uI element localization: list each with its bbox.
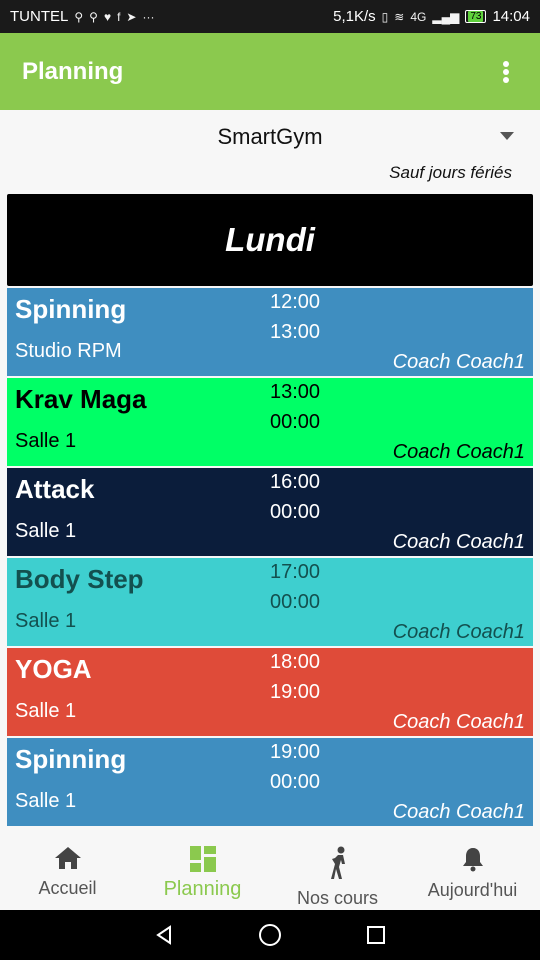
session-coach: Coach Coach1 <box>392 441 525 463</box>
nav-label: Planning <box>163 878 242 900</box>
session-list: Spinning Studio RPM 12:00 13:00 Coach Coach1… <box>7 288 533 826</box>
session-card[interactable]: YOGA Salle 1 18:00 19:00 Coach Coach1 <box>7 648 533 736</box>
nav-nos-cours[interactable]: Nos cours <box>270 828 405 910</box>
exercise-person-icon <box>330 846 345 879</box>
session-end-time: 00:00 <box>270 411 321 433</box>
back-icon[interactable] <box>152 923 176 947</box>
session-coach: Coach Coach1 <box>392 351 525 373</box>
nav-label: Nos cours <box>296 888 379 908</box>
session-start-time: 17:00 <box>270 561 321 583</box>
session-name: YOGA <box>15 654 92 684</box>
nav-aujourdhui[interactable]: Aujourd'hui <box>405 828 540 910</box>
battery-icon: 73 <box>465 10 487 23</box>
home-icon <box>54 847 81 869</box>
session-room: Salle 1 <box>15 790 77 812</box>
session-coach: Coach Coach1 <box>392 711 525 733</box>
session-card[interactable]: Spinning Salle 1 19:00 00:00 Coach Coach1 <box>7 738 533 826</box>
session-coach: Coach Coach1 <box>392 531 525 553</box>
app-title: Planning <box>22 57 124 85</box>
holiday-note: Sauf jours fériés <box>389 163 512 182</box>
session-coach: Coach Coach1 <box>392 801 525 823</box>
session-card[interactable]: Krav Maga Salle 1 13:00 00:00 Coach Coach1 <box>7 378 533 466</box>
grid-icon <box>189 846 216 872</box>
session-start-time: 13:00 <box>270 381 321 403</box>
chevron-down-icon <box>500 132 514 140</box>
bottom-navigation: Accueil Planning Nos cours Aujourd'hui <box>0 828 540 910</box>
session-name: Krav Maga <box>15 384 147 414</box>
session-end-time: 13:00 <box>270 321 321 343</box>
send-icon: ➤ <box>126 9 137 24</box>
overflow-menu-icon[interactable] <box>494 58 518 86</box>
session-end-time: 00:00 <box>270 501 321 523</box>
gym-dropdown[interactable]: SmartGym <box>0 115 540 159</box>
facebook-icon: f <box>117 9 121 24</box>
session-end-time: 19:00 <box>270 681 321 703</box>
usb-icon: ⚲ <box>74 9 84 24</box>
system-navigation-bar <box>0 910 540 960</box>
vibrate-icon: ▯ <box>381 9 389 24</box>
session-start-time: 18:00 <box>270 651 321 673</box>
gym-dropdown-value: SmartGym <box>217 124 323 149</box>
session-room: Salle 1 <box>15 430 77 452</box>
session-name: Spinning <box>15 294 127 324</box>
session-room: Studio RPM <box>15 340 122 362</box>
session-room: Salle 1 <box>15 610 77 632</box>
bell-icon <box>462 848 483 872</box>
session-end-time: 00:00 <box>270 591 321 613</box>
battery-level: 73 <box>468 11 484 22</box>
session-name: Body Step <box>15 564 144 594</box>
session-card[interactable]: Attack Salle 1 16:00 00:00 Coach Coach1 <box>7 468 533 556</box>
session-start-time: 16:00 <box>270 471 321 493</box>
nav-label: Accueil <box>38 878 97 898</box>
session-name: Spinning <box>15 744 127 774</box>
network-type: 4G <box>410 9 427 24</box>
carrier-name: TUNTEL <box>10 8 69 25</box>
signal-icon: ▂▄▆ <box>432 9 460 24</box>
nav-label: Aujourd'hui <box>427 880 518 900</box>
health-icon: ♥ <box>103 9 112 24</box>
wifi-icon: ≋ <box>394 9 405 24</box>
session-start-time: 19:00 <box>270 741 321 763</box>
network-speed: 5,1K/s <box>333 8 376 25</box>
usb-icon-2: ⚲ <box>89 9 98 24</box>
recent-apps-icon[interactable] <box>364 923 388 947</box>
home-circle-icon[interactable] <box>258 923 282 947</box>
session-room: Salle 1 <box>15 520 77 542</box>
nav-accueil[interactable]: Accueil <box>0 828 135 910</box>
session-coach: Coach Coach1 <box>392 621 525 643</box>
day-header: Lundi <box>7 194 533 286</box>
session-end-time: 00:00 <box>270 771 321 793</box>
session-card[interactable]: Body Step Salle 1 17:00 00:00 Coach Coach1 <box>7 558 533 646</box>
more-notifications-icon: ··· <box>142 9 155 24</box>
session-room: Salle 1 <box>15 700 77 722</box>
status-bar: TUNTEL ⚲ ⚲ ♥ f ➤ ··· 5,1K/s ▯ ≋ 4G ▂▄▆ 7… <box>0 0 540 33</box>
app-bar: Planning <box>0 33 540 110</box>
session-name: Attack <box>15 474 95 504</box>
nav-planning[interactable]: Planning <box>135 828 270 910</box>
session-card[interactable]: Spinning Studio RPM 12:00 13:00 Coach Coach1 <box>7 288 533 376</box>
session-start-time: 12:00 <box>270 291 321 313</box>
clock: 14:04 <box>492 8 530 25</box>
